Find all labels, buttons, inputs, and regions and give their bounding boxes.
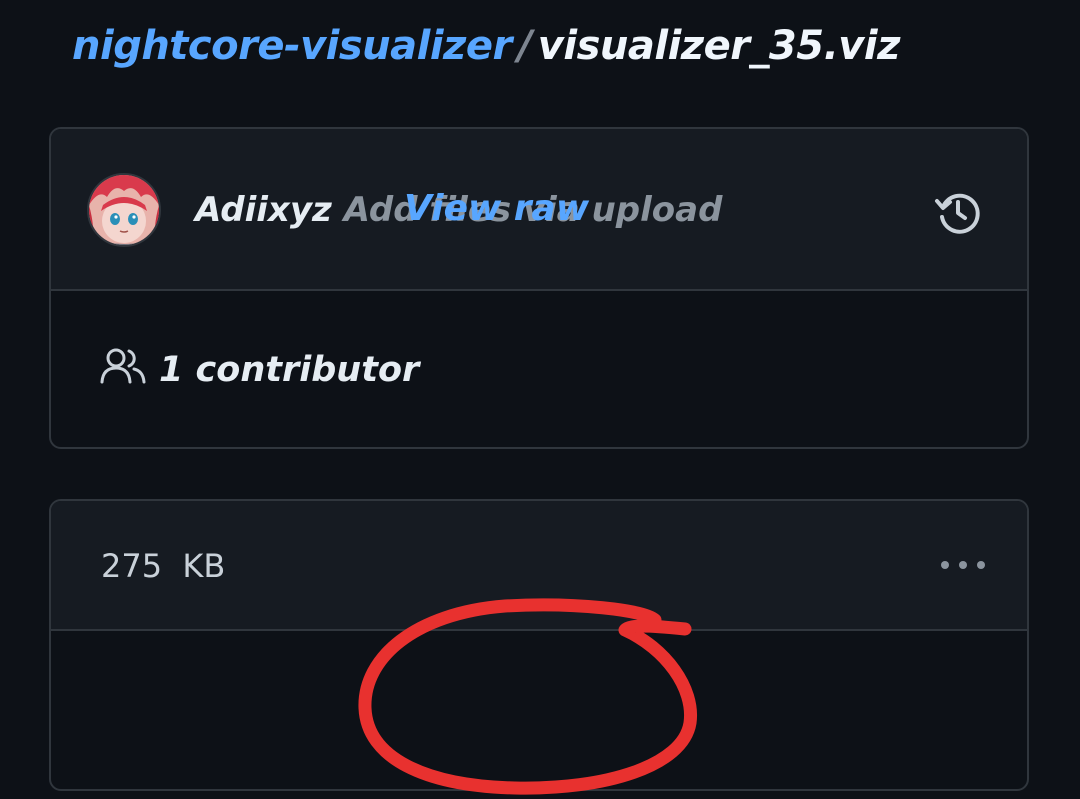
- more-options-button[interactable]: [939, 555, 995, 575]
- breadcrumb-separator: /: [517, 23, 533, 69]
- commit-author-link[interactable]: Adiixyz: [195, 190, 332, 230]
- contributors-count: 1 contributor: [159, 350, 420, 390]
- contributors-row[interactable]: 1 contributor: [51, 291, 1027, 447]
- kebab-horizontal-icon: [941, 561, 985, 569]
- file-view-page: nightcore-visualizer/visualizer_35.viz: [0, 0, 1080, 799]
- avatar-image: [89, 175, 159, 245]
- history-icon: [935, 193, 980, 234]
- commit-info-card: Adiixyz Add files via upload 1 contribut…: [49, 127, 1029, 449]
- people-icon: [100, 348, 146, 384]
- file-actions-card: 275 KB: [49, 499, 1029, 791]
- view-raw-link[interactable]: View raw: [404, 184, 589, 234]
- breadcrumb: nightcore-visualizer / visualizer_35.viz: [72, 18, 900, 74]
- view-raw-row: [51, 631, 1027, 789]
- breadcrumb-repo-link[interactable]: nightcore-visualizer: [72, 23, 512, 69]
- history-button[interactable]: [931, 185, 985, 239]
- file-meta-row: 275 KB: [51, 501, 1027, 631]
- user-avatar[interactable]: [87, 173, 161, 247]
- breadcrumb-file-name: visualizer_35.viz: [537, 23, 901, 69]
- file-size: 275 KB: [101, 547, 226, 585]
